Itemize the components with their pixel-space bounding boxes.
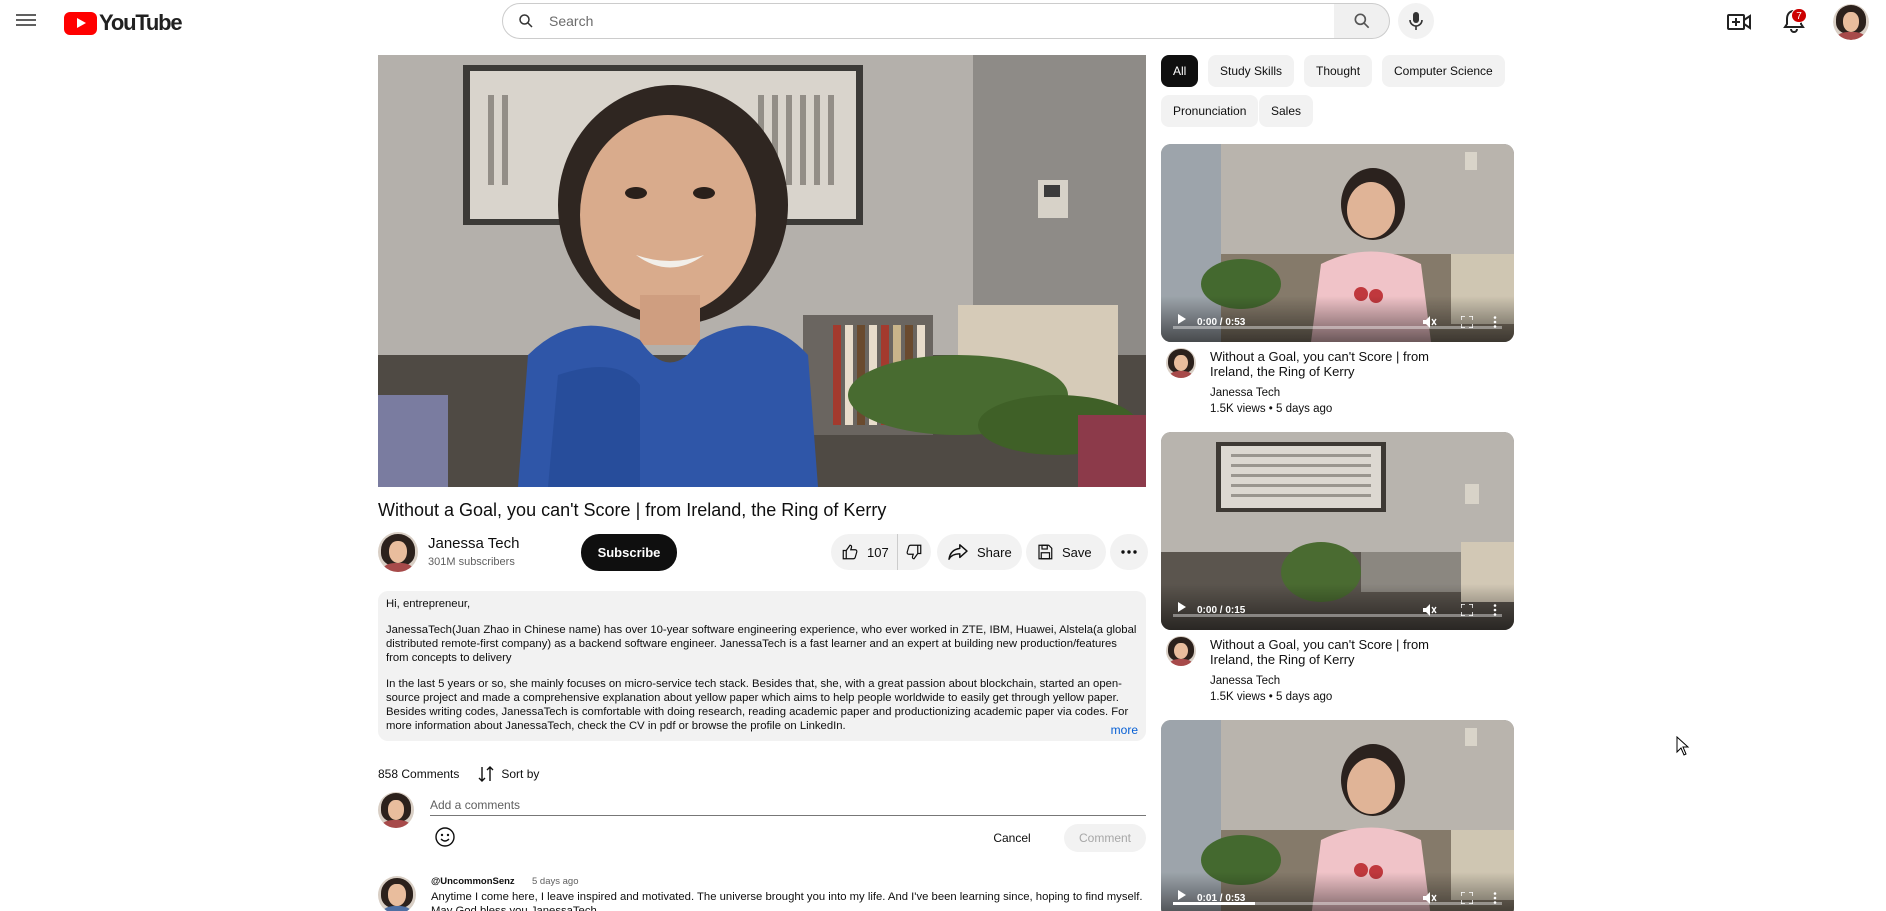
voice-search-button[interactable] [1398, 3, 1434, 39]
save-label: Save [1062, 544, 1092, 560]
add-comment-input[interactable] [430, 794, 1146, 816]
play-icon[interactable] [1178, 602, 1186, 612]
more-horizontal-icon [1121, 550, 1137, 554]
account-avatar[interactable] [1833, 4, 1869, 40]
avatar-image [378, 792, 414, 828]
chip-all[interactable]: All [1161, 55, 1199, 87]
sort-label: Sort by [501, 767, 540, 781]
thumbs-up-icon [842, 544, 858, 560]
channel-row: Janessa Tech 301M subscribers Subscribe … [378, 532, 1148, 572]
video-player[interactable] [378, 55, 1146, 487]
comment-text: Anytime I come here, I leave inspired an… [431, 891, 1143, 911]
save-button[interactable]: Save [1026, 534, 1106, 570]
video-frame-image [378, 55, 1146, 487]
chip-pronunciation[interactable]: Pronunciation [1161, 95, 1259, 127]
avatar-image [1166, 348, 1196, 378]
menu-icon[interactable] [16, 11, 36, 31]
like-button[interactable]: 107 [831, 534, 898, 570]
channel-name[interactable]: Janessa Tech [428, 535, 519, 552]
play-icon[interactable] [1178, 314, 1186, 324]
current-user-avatar [378, 792, 414, 828]
avatar-image [1166, 636, 1196, 666]
recommended-video-player[interactable]: 0:00 / 0:53 [1161, 144, 1514, 342]
dislike-button[interactable] [898, 534, 930, 570]
like-count: 107 [867, 544, 889, 560]
microphone-icon [1409, 12, 1423, 30]
search-icon [519, 14, 533, 28]
recommended-channel-name[interactable]: Janessa Tech [1210, 675, 1280, 687]
chip-study-skills[interactable]: Study Skills [1208, 55, 1295, 87]
sort-comments-button[interactable]: Sort by [477, 765, 539, 783]
video-progress-bar[interactable] [1173, 902, 1502, 905]
description-box[interactable]: Hi, entrepreneur, JanessaTech(Juan Zhao … [378, 591, 1146, 741]
chip-computer-science[interactable]: Computer Science [1382, 55, 1505, 87]
video-title: Without a Goal, you can't Score | from I… [378, 500, 887, 520]
subscriber-count: 301M subscribers [428, 556, 515, 568]
sort-icon [478, 766, 494, 782]
channel-avatar[interactable] [378, 532, 418, 572]
logo-text: YouTube [99, 10, 183, 35]
cancel-comment-button[interactable]: Cancel [980, 824, 1044, 852]
avatar-image [1833, 4, 1869, 40]
search-icon [1354, 13, 1369, 29]
thumbs-down-icon [906, 544, 922, 560]
commenter-avatar[interactable] [378, 876, 416, 911]
create-video-icon[interactable] [1726, 9, 1752, 35]
recommended-video-title[interactable]: Without a Goal, you can't Score | from I… [1210, 637, 1460, 667]
recommended-video-meta: 1.5K views • 5 days ago [1210, 403, 1333, 415]
search-input[interactable] [549, 13, 1149, 29]
video-controls: 0:00 / 0:53 [1161, 296, 1514, 342]
video-progress-bar[interactable] [1173, 614, 1502, 617]
chip-sales[interactable]: Sales [1259, 95, 1314, 127]
save-icon [1038, 544, 1053, 560]
youtube-logo[interactable]: YouTube [64, 10, 183, 35]
video-controls: 0:01 / 0:53 [1161, 872, 1514, 911]
search-box [502, 3, 1335, 39]
recommended-video-player[interactable]: 0:01 / 0:53 [1161, 720, 1514, 911]
share-label: Share [977, 544, 1012, 560]
comments-header: 858 Comments Sort by [378, 765, 539, 783]
channel-avatar[interactable] [1166, 636, 1196, 666]
like-dislike-group: 107 [831, 534, 931, 570]
avatar-image [378, 876, 416, 911]
mouse-cursor-icon [1676, 736, 1690, 756]
subscribe-button[interactable]: Subscribe [581, 534, 677, 571]
masthead: YouTube 7 [0, 0, 1886, 44]
more-actions-button[interactable] [1110, 534, 1148, 570]
recommended-video-title[interactable]: Without a Goal, you can't Score | from I… [1210, 349, 1460, 379]
submit-comment-button[interactable]: Comment [1064, 824, 1146, 852]
video-progress-bar[interactable] [1173, 326, 1502, 329]
channel-avatar[interactable] [1166, 348, 1196, 378]
video-controls: 0:00 / 0:15 [1161, 584, 1514, 630]
search-button[interactable] [1334, 3, 1390, 39]
comment-count: 858 Comments [378, 767, 460, 781]
notification-count-badge: 7 [1791, 8, 1807, 23]
description-paragraph: JanessaTech(Juan Zhao in Chinese name) h… [386, 624, 1137, 664]
avatar-image [378, 532, 418, 572]
description-more-link[interactable]: more [1106, 723, 1138, 737]
recommended-video-player[interactable]: 0:00 / 0:15 [1161, 432, 1514, 630]
share-icon [948, 544, 968, 560]
youtube-play-icon [64, 11, 97, 35]
description-paragraph: In the last 5 years or so, she mainly fo… [386, 678, 1129, 732]
emoji-icon[interactable] [434, 826, 456, 848]
comment-author[interactable]: @UncommonSenz [431, 876, 515, 887]
chip-thought[interactable]: Thought [1304, 55, 1373, 87]
recommended-video-meta: 1.5K views • 5 days ago [1210, 691, 1333, 703]
recommended-channel-name[interactable]: Janessa Tech [1210, 387, 1280, 399]
description-paragraph: Hi, entrepreneur, [386, 598, 471, 610]
comment-timestamp: 5 days ago [532, 876, 579, 887]
play-icon[interactable] [1178, 890, 1186, 900]
share-button[interactable]: Share [937, 534, 1022, 570]
